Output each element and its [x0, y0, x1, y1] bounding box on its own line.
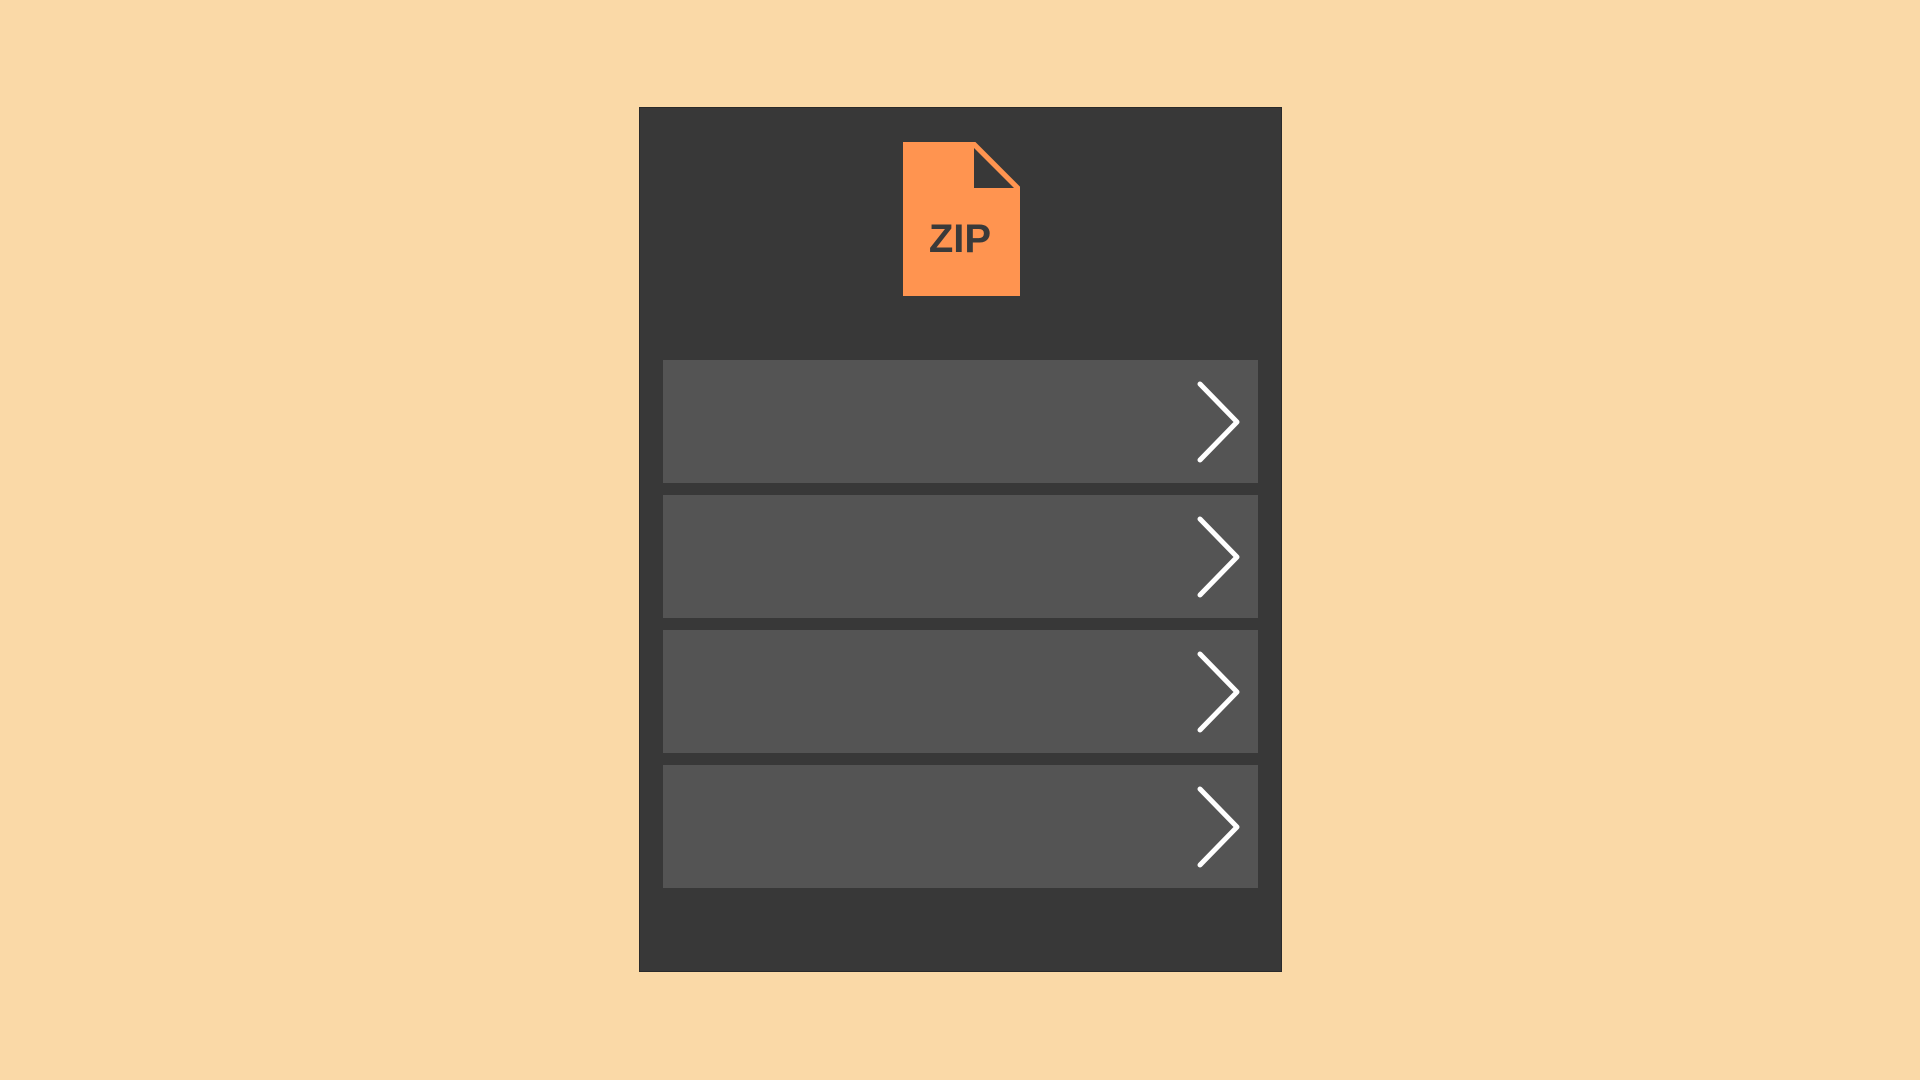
- list-item[interactable]: [663, 765, 1258, 888]
- chevron-right-icon[interactable]: [1194, 379, 1242, 465]
- zip-icon-label: ZIP: [929, 217, 991, 261]
- list-item[interactable]: [663, 360, 1258, 483]
- chevron-right-icon[interactable]: [1194, 784, 1242, 870]
- zip-file-icon: ZIP: [903, 142, 1020, 296]
- chevron-right-icon[interactable]: [1194, 514, 1242, 600]
- zip-contents-panel: ZIP: [639, 107, 1282, 972]
- chevron-right-icon[interactable]: [1194, 649, 1242, 735]
- zip-entry-list: [663, 360, 1258, 888]
- list-item[interactable]: [663, 630, 1258, 753]
- list-item[interactable]: [663, 495, 1258, 618]
